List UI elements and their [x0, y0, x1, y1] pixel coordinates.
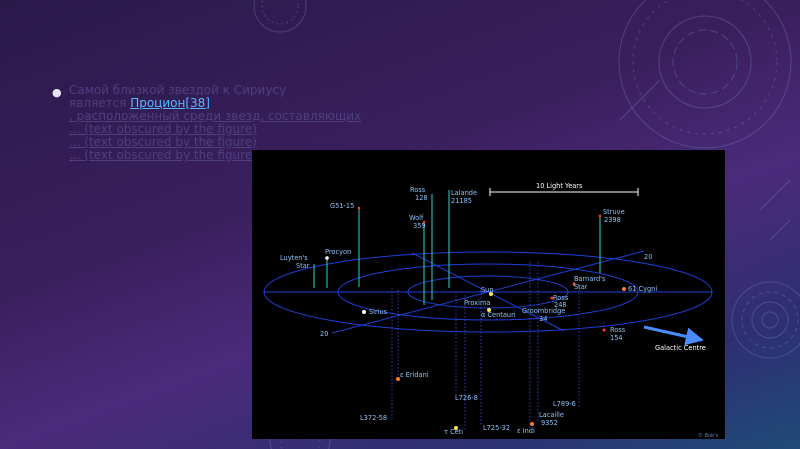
star-procyon: Procyon [325, 248, 351, 256]
star-eridani: ε Eridani [400, 371, 429, 379]
star-lalande-2: 21185 [451, 197, 472, 205]
nearby-stars-map: 10 Light Years Galactic Centre 20 20 Ros… [252, 150, 725, 439]
bullet-line-2-prefix: является [69, 96, 127, 110]
star-ross154-2: 154 [610, 334, 623, 342]
bullet-line-3: , расположенный среди звезд, составляющи… [69, 109, 362, 123]
bullet-line-6: ... (text obscured by the figure) [69, 148, 257, 162]
star-lacaille-1: Lacaille [539, 411, 564, 419]
star-61cygni: 61 Cygni [628, 285, 657, 293]
star-wolf-2: 359 [413, 222, 426, 230]
star-g51: G51-15 [330, 202, 354, 210]
bullet-line-4: ... (text obscured by the figure) [69, 122, 257, 136]
star-acentauri: α Centauri [481, 311, 516, 319]
bullet-dot: ● [52, 86, 62, 99]
star-lacaille-2: 9352 [541, 419, 558, 427]
star-ross128-2: 128 [415, 194, 428, 202]
star-proxima: Proxima [464, 299, 490, 307]
star-lalande-1: Lalande [451, 189, 477, 197]
ring-label-20-right: 20 [644, 253, 652, 261]
star-sun: Sun [481, 286, 494, 294]
procyon-link[interactable]: Процион[38] [130, 96, 210, 110]
star-groombridge-1: Groombridge [522, 307, 565, 315]
star-luyten-1: Luyten's [280, 254, 308, 262]
stars-map-svg: 10 Light Years Galactic Centre 20 20 Ros… [263, 182, 719, 439]
star-drop-lines [313, 190, 601, 305]
star-eindi: ε Indi [517, 427, 535, 435]
star-struve-1: Struve [603, 208, 625, 216]
star-struve-2: 2398 [604, 216, 621, 224]
star-l72532: L725-32 [483, 424, 510, 432]
galactic-centre-arrow [643, 325, 704, 346]
star-wolf-1: Wolf [409, 214, 424, 222]
figure-credit: © Bob's [698, 432, 719, 439]
star-luyten-2: Star [296, 262, 310, 270]
star-ross128-1: Ross [410, 186, 426, 194]
star-l37258: L372-58 [360, 414, 387, 422]
bullet-line-1: Самой близкой звездой к Сириусу [69, 83, 287, 97]
star-barnard-1: Barnard's [574, 275, 606, 283]
scale-label: 10 Light Years [536, 182, 583, 190]
star-barnard-2: Star [574, 283, 588, 291]
slide: ● Самой близкой звездой к Сириусу являет… [0, 0, 800, 449]
star-l7268: L726-8 [455, 394, 478, 402]
ring-label-20-left: 20 [320, 330, 328, 338]
star-l7896: L789-6 [553, 400, 576, 408]
galactic-centre-label: Galactic Centre [655, 344, 706, 352]
star-ross154-1: Ross [610, 326, 626, 334]
star-sirius: Sirius [369, 308, 388, 316]
bullet-line-5: ... (text obscured by the figure) [69, 135, 257, 149]
star-groombridge-2: 34 [539, 315, 547, 323]
star-tauceti: τ Ceti [444, 428, 463, 436]
